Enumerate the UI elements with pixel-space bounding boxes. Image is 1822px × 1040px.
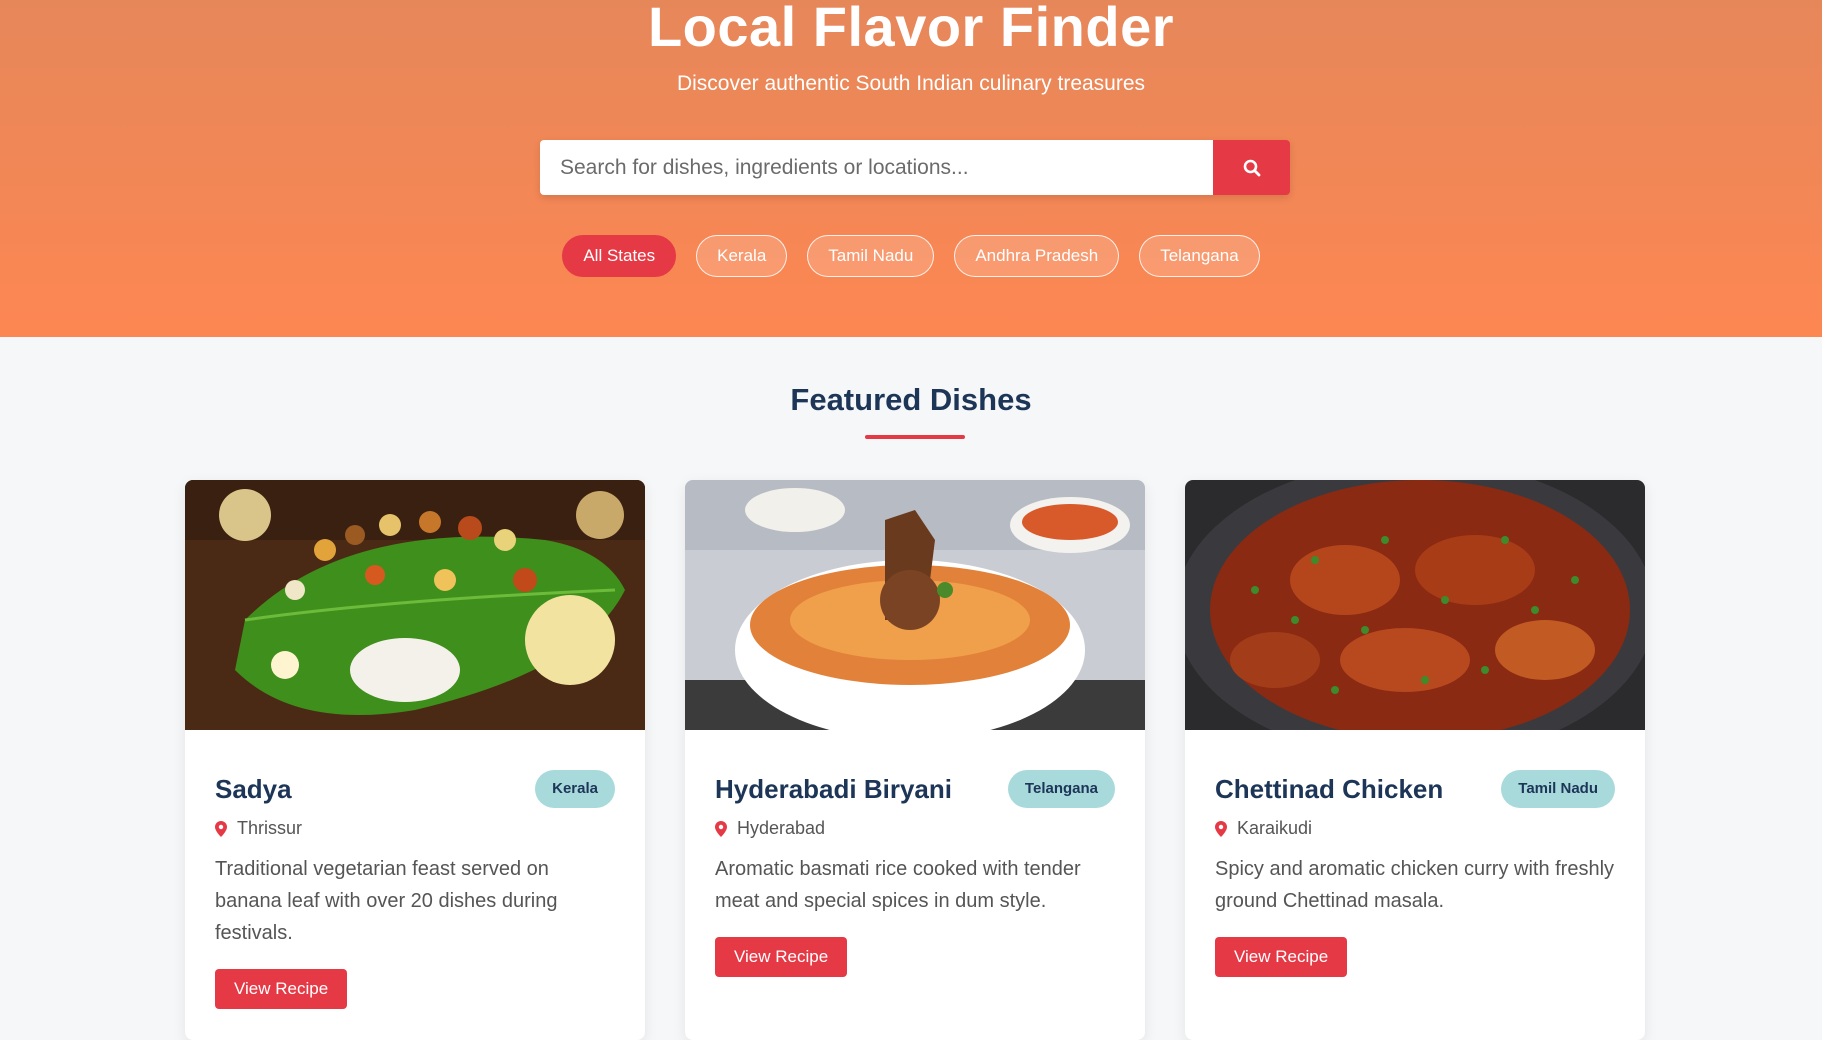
view-recipe-button[interactable]: View Recipe xyxy=(715,937,848,977)
map-pin-icon xyxy=(1215,820,1227,837)
filter-andhra-pradesh[interactable]: Andhra Pradesh xyxy=(954,235,1120,277)
dish-location: Hyderabad xyxy=(715,818,1115,839)
search-input[interactable] xyxy=(540,140,1213,195)
search-icon xyxy=(1243,159,1260,176)
featured-dishes-heading: Featured Dishes xyxy=(790,382,1032,417)
filter-all-states[interactable]: All States xyxy=(562,235,677,277)
dish-title: Chettinad Chicken xyxy=(1215,773,1444,804)
dish-description: Aromatic basmati rice cooked with tender… xyxy=(715,858,1081,912)
view-recipe-button[interactable]: View Recipe xyxy=(215,969,348,1009)
heading-underline xyxy=(865,435,965,439)
filter-telangana[interactable]: Telangana xyxy=(1139,235,1260,277)
state-filters: All States Kerala Tamil Nadu Andhra Prad… xyxy=(0,235,1822,277)
search-button[interactable] xyxy=(1213,140,1290,195)
page-title: Local Flavor Finder xyxy=(647,0,1175,58)
dish-location: Thrissur xyxy=(215,818,615,839)
filter-tamil-nadu[interactable]: Tamil Nadu xyxy=(807,235,935,277)
map-pin-icon xyxy=(215,820,227,837)
dish-card: Hyderabadi Biryani Telangana Hyderabad A… xyxy=(685,480,1145,1040)
dish-description: Spicy and aromatic chicken curry with fr… xyxy=(1215,858,1615,912)
state-badge: Telangana xyxy=(1007,770,1115,808)
location-text: Hyderabad xyxy=(737,818,826,838)
dish-card: Chettinad Chicken Tamil Nadu Karaikudi S… xyxy=(1185,480,1645,1040)
state-badge: Kerala xyxy=(535,770,615,808)
search-bar xyxy=(540,140,1290,195)
dish-cards: Sadya Kerala Thrissur Traditional vegeta… xyxy=(185,480,1645,1040)
location-text: Karaikudi xyxy=(1237,818,1313,838)
dish-title: Sadya xyxy=(215,773,292,804)
dish-location: Karaikudi xyxy=(1215,818,1615,839)
state-badge: Tamil Nadu xyxy=(1501,770,1615,808)
page-subtitle: Discover authentic South Indian culinary… xyxy=(676,72,1146,95)
dish-image-chettinad-chicken xyxy=(1185,480,1645,730)
dish-description: Traditional vegetarian feast served on b… xyxy=(215,858,558,944)
filter-kerala[interactable]: Kerala xyxy=(696,235,788,277)
view-recipe-button[interactable]: View Recipe xyxy=(1215,937,1348,977)
map-pin-icon xyxy=(715,820,727,837)
dish-image-sadya xyxy=(185,480,645,730)
location-text: Thrissur xyxy=(237,818,303,838)
dish-card: Sadya Kerala Thrissur Traditional vegeta… xyxy=(185,480,645,1040)
dish-title: Hyderabadi Biryani xyxy=(715,773,952,804)
dish-image-hyderabadi-biryani xyxy=(685,480,1145,730)
hero-banner: Local Flavor Finder Discover authentic S… xyxy=(0,0,1822,337)
